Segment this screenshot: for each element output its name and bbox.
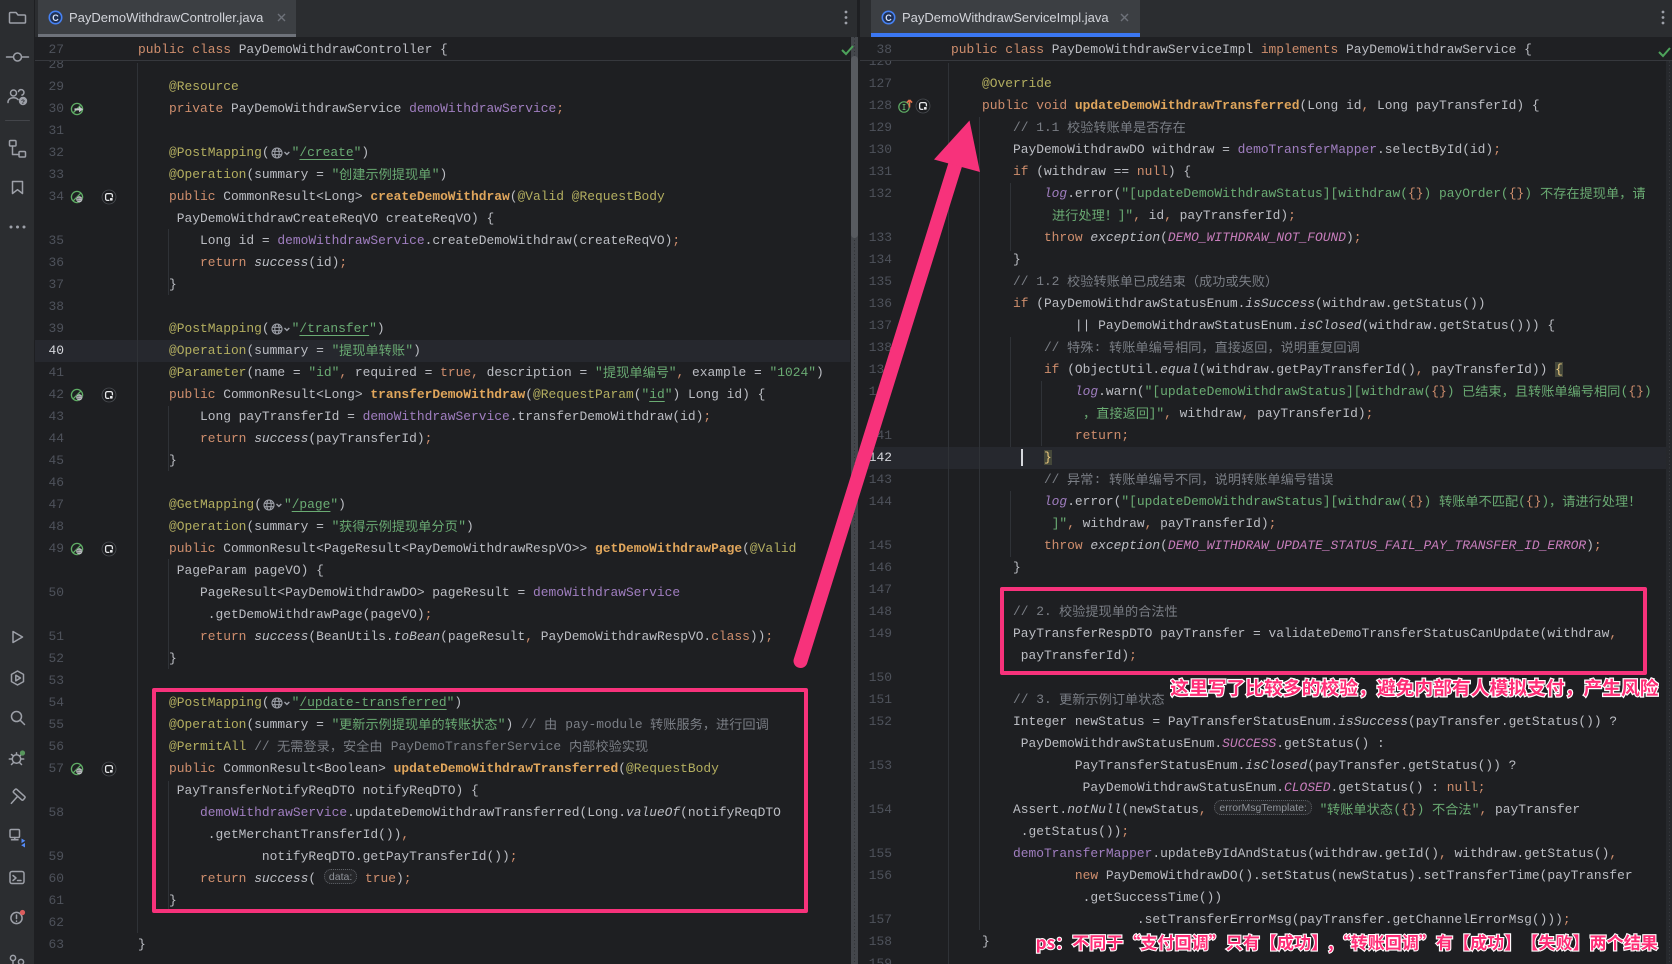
svg-text:C: C bbox=[52, 13, 59, 23]
svg-text:C: C bbox=[885, 13, 892, 23]
